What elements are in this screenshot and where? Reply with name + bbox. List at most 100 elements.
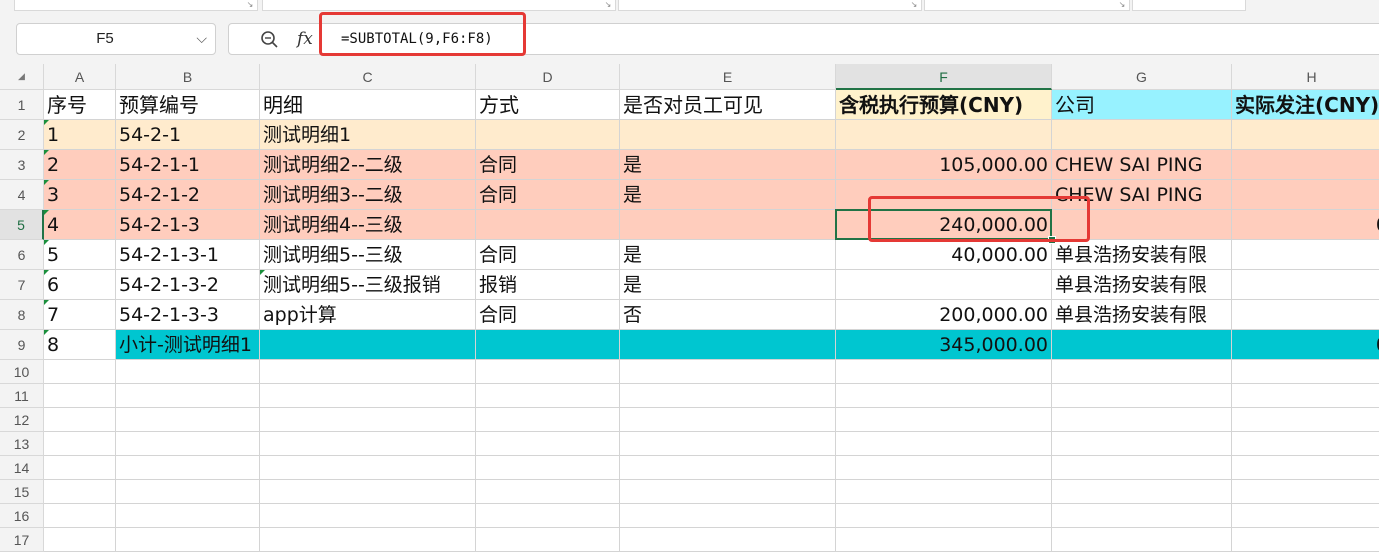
empty-cell[interactable]	[1232, 480, 1379, 504]
empty-cell[interactable]	[116, 504, 260, 528]
empty-cell[interactable]	[836, 384, 1052, 408]
empty-cell[interactable]	[116, 456, 260, 480]
cell-c9[interactable]	[260, 330, 476, 360]
empty-cell[interactable]	[1052, 360, 1232, 384]
column-header-e[interactable]: E	[620, 64, 836, 90]
empty-cell[interactable]	[44, 360, 116, 384]
empty-cell[interactable]	[1232, 456, 1379, 480]
row-header-4[interactable]: 4	[0, 180, 44, 210]
empty-cell[interactable]	[476, 360, 620, 384]
empty-cell[interactable]	[620, 432, 836, 456]
empty-cell[interactable]	[836, 528, 1052, 552]
cell-a7[interactable]: 6	[44, 270, 116, 300]
empty-cell[interactable]	[260, 456, 476, 480]
row-header-5[interactable]: 5	[0, 210, 44, 240]
empty-cell[interactable]	[1052, 456, 1232, 480]
cell-c2[interactable]: 测试明细1	[260, 120, 476, 150]
cell-h6[interactable]	[1232, 240, 1379, 270]
empty-cell[interactable]	[1052, 504, 1232, 528]
cell-b3[interactable]: 54-2-1-1	[116, 150, 260, 180]
empty-cell[interactable]	[1232, 432, 1379, 456]
empty-cell[interactable]	[1052, 408, 1232, 432]
cell-f3[interactable]: 105,000.00	[836, 150, 1052, 180]
empty-cell[interactable]	[1052, 432, 1232, 456]
header-cell-d[interactable]: 方式	[476, 90, 620, 120]
empty-cell[interactable]	[836, 360, 1052, 384]
row-header-13[interactable]: 13	[0, 432, 44, 456]
empty-cell[interactable]	[1232, 504, 1379, 528]
cell-e5[interactable]	[620, 210, 836, 240]
cell-b4[interactable]: 54-2-1-2	[116, 180, 260, 210]
cell-c8[interactable]: app计算	[260, 300, 476, 330]
empty-cell[interactable]	[1052, 528, 1232, 552]
empty-cell[interactable]	[1232, 528, 1379, 552]
cell-g2[interactable]	[1052, 120, 1232, 150]
dialog-launcher-icon[interactable]: ↘	[909, 0, 919, 10]
empty-cell[interactable]	[1232, 408, 1379, 432]
cell-e8[interactable]: 否	[620, 300, 836, 330]
cell-a4[interactable]: 3	[44, 180, 116, 210]
empty-cell[interactable]	[620, 360, 836, 384]
cell-d9[interactable]	[476, 330, 620, 360]
row-header-8[interactable]: 8	[0, 300, 44, 330]
row-header-14[interactable]: 14	[0, 456, 44, 480]
cell-h9[interactable]: 0	[1232, 330, 1379, 360]
empty-cell[interactable]	[476, 456, 620, 480]
cell-a2[interactable]: 1	[44, 120, 116, 150]
empty-cell[interactable]	[836, 432, 1052, 456]
empty-cell[interactable]	[476, 504, 620, 528]
cell-g9[interactable]	[1052, 330, 1232, 360]
cell-f7[interactable]	[836, 270, 1052, 300]
select-all-corner[interactable]: ◢	[0, 64, 44, 90]
empty-cell[interactable]	[44, 456, 116, 480]
cell-d6[interactable]: 合同	[476, 240, 620, 270]
cell-h2[interactable]	[1232, 120, 1379, 150]
empty-cell[interactable]	[116, 384, 260, 408]
cell-a8[interactable]: 7	[44, 300, 116, 330]
column-header-g[interactable]: G	[1052, 64, 1232, 90]
cell-h4[interactable]	[1232, 180, 1379, 210]
cell-d8[interactable]: 合同	[476, 300, 620, 330]
cell-c4[interactable]: 测试明细3--二级	[260, 180, 476, 210]
empty-cell[interactable]	[1232, 360, 1379, 384]
cell-e3[interactable]: 是	[620, 150, 836, 180]
empty-cell[interactable]	[44, 480, 116, 504]
cell-f6[interactable]: 40,000.00	[836, 240, 1052, 270]
empty-cell[interactable]	[476, 408, 620, 432]
cell-b2[interactable]: 54-2-1	[116, 120, 260, 150]
header-cell-e[interactable]: 是否对员工可见	[620, 90, 836, 120]
empty-cell[interactable]	[260, 480, 476, 504]
cell-a9[interactable]: 8	[44, 330, 116, 360]
cell-h5[interactable]: 0	[1232, 210, 1379, 240]
cell-g8[interactable]: 单县浩扬安装有限	[1052, 300, 1232, 330]
empty-cell[interactable]	[44, 384, 116, 408]
empty-cell[interactable]	[476, 384, 620, 408]
cell-d3[interactable]: 合同	[476, 150, 620, 180]
row-header-17[interactable]: 17	[0, 528, 44, 552]
cell-g7[interactable]: 单县浩扬安装有限	[1052, 270, 1232, 300]
column-header-c[interactable]: C	[260, 64, 476, 90]
cell-h3[interactable]	[1232, 150, 1379, 180]
header-cell-c[interactable]: 明细	[260, 90, 476, 120]
cell-f2[interactable]	[836, 120, 1052, 150]
cell-a6[interactable]: 5	[44, 240, 116, 270]
empty-cell[interactable]	[116, 432, 260, 456]
empty-cell[interactable]	[620, 384, 836, 408]
cell-a3[interactable]: 2	[44, 150, 116, 180]
cell-f9[interactable]: 345,000.00	[836, 330, 1052, 360]
row-header-6[interactable]: 6	[0, 240, 44, 270]
empty-cell[interactable]	[836, 480, 1052, 504]
empty-cell[interactable]	[116, 408, 260, 432]
column-header-b[interactable]: B	[116, 64, 260, 90]
row-header-3[interactable]: 3	[0, 150, 44, 180]
empty-cell[interactable]	[260, 360, 476, 384]
cell-c5[interactable]: 测试明细4--三级	[260, 210, 476, 240]
header-cell-g[interactable]: 公司	[1052, 90, 1232, 120]
cell-f8[interactable]: 200,000.00	[836, 300, 1052, 330]
header-cell-a[interactable]: 序号	[44, 90, 116, 120]
empty-cell[interactable]	[476, 480, 620, 504]
empty-cell[interactable]	[620, 528, 836, 552]
empty-cell[interactable]	[476, 528, 620, 552]
empty-cell[interactable]	[260, 432, 476, 456]
empty-cell[interactable]	[44, 408, 116, 432]
